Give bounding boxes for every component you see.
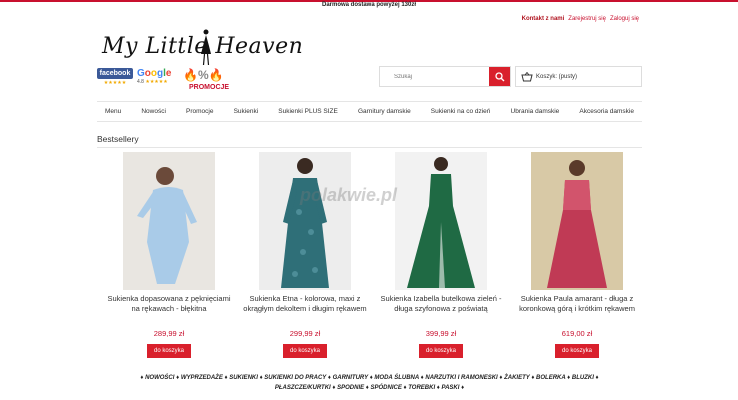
section-divider	[97, 147, 642, 148]
fire-percent-icon: 🔥%🔥	[183, 68, 224, 82]
category-links-line-1[interactable]: ♦ NOWOŚCI ♦ WYPRZEDAŻE ♦ SUKIENKI ♦ SUKI…	[97, 373, 642, 383]
add-to-cart-button[interactable]: do koszyka	[282, 344, 327, 358]
cart-box[interactable]: Koszyk: (pusty)	[515, 66, 642, 87]
product-image[interactable]	[395, 152, 487, 290]
google-badge[interactable]: Google 4.8 ★★★★★	[137, 68, 179, 89]
add-to-cart-button[interactable]: do koszyka	[418, 344, 463, 358]
promo-label: PROMOCJE	[189, 84, 230, 91]
nav-item-promocje[interactable]: Promocje	[186, 108, 213, 115]
product-card: Sukienka Etna - kolorowa, maxi z okrągły…	[237, 152, 373, 358]
cart-label: Koszyk: (pusty)	[536, 73, 578, 80]
product-name[interactable]: Sukienka Izabella butelkowa zieleń - dłu…	[373, 294, 509, 324]
nav-item-ubrania[interactable]: Ubrania damskie	[511, 108, 560, 115]
search-icon	[494, 71, 504, 81]
facebook-logo: facebook	[97, 68, 133, 79]
product-name[interactable]: Sukienka dopasowana z pęknięciami na ręk…	[101, 294, 237, 324]
google-logo: Google	[137, 68, 172, 79]
nav-item-garnitury[interactable]: Garnitury damskie	[358, 108, 411, 115]
product-name[interactable]: Sukienka Paula amarant - długa z koronko…	[509, 294, 645, 324]
product-image[interactable]	[259, 152, 351, 290]
bestsellers-grid: Sukienka dopasowana z pęknięciami na ręk…	[97, 152, 642, 362]
main-nav: Menu Nowości Promocje Sukienki Sukienki …	[97, 101, 642, 122]
product-card: Sukienka Paula amarant - długa z koronko…	[509, 152, 645, 358]
login-link[interactable]: Zaloguj się	[610, 16, 639, 22]
top-links: Kontakt z nami Zarejestruj się Zaloguj s…	[522, 16, 639, 22]
category-links-line-2[interactable]: PŁASZCZE/KURTKI ♦ SPODNIE ♦ SPÓDNICE ♦ T…	[97, 383, 642, 393]
facebook-badge[interactable]: facebook ★★★★★	[97, 68, 133, 89]
product-price: 619,00 zł	[561, 329, 593, 338]
nav-item-akcesoria[interactable]: Akcesoria damskie	[579, 108, 634, 115]
section-title: Bestsellery	[97, 134, 139, 144]
nav-item-menu[interactable]: Menu	[105, 108, 121, 115]
nav-item-sukienki-plus-size[interactable]: Sukienki PLUS SIZE	[278, 108, 338, 115]
nav-item-sukienki-codzien[interactable]: Sukienki na co dzień	[431, 108, 491, 115]
google-rating-value: 4.8	[137, 79, 144, 85]
product-card: Sukienka Izabella butelkowa zieleń - dłu…	[373, 152, 509, 358]
free-shipping-banner: Darmowa dostawa powyżej 130zł	[0, 0, 738, 9]
product-image[interactable]	[531, 152, 623, 290]
add-to-cart-button[interactable]: do koszyka	[554, 344, 599, 358]
product-price: 299,99 zł	[289, 329, 321, 338]
product-price: 289,99 zł	[153, 329, 185, 338]
watermark: polakwie.pl	[300, 185, 398, 205]
basket-icon	[521, 71, 533, 81]
google-rating: 4.8 ★★★★★	[137, 79, 179, 85]
google-stars-icon: ★★★★★	[145, 79, 168, 85]
badges-row: facebook ★★★★★ Google 4.8 ★★★★★ 🔥%🔥 PROM…	[97, 68, 239, 94]
facebook-stars-icon: ★★★★★	[103, 80, 127, 86]
search-button[interactable]	[489, 67, 510, 86]
add-to-cart-button[interactable]: do koszyka	[146, 344, 191, 358]
search-bar	[379, 66, 511, 87]
product-name[interactable]: Sukienka Etna - kolorowa, maxi z okrągły…	[237, 294, 373, 324]
product-price: 399,99 zł	[425, 329, 457, 338]
contact-link[interactable]: Kontakt z nami	[522, 16, 565, 22]
nav-item-nowosci[interactable]: Nowości	[141, 108, 166, 115]
category-links: ♦ NOWOŚCI ♦ WYPRZEDAŻE ♦ SUKIENKI ♦ SUKI…	[97, 373, 642, 393]
woman-figure-icon	[201, 29, 211, 66]
register-link[interactable]: Zarejestruj się	[568, 16, 606, 22]
promo-badge[interactable]: 🔥%🔥 PROMOCJE	[183, 68, 239, 94]
product-card: Sukienka dopasowana z pęknięciami na ręk…	[101, 152, 237, 358]
site-logo[interactable]: My Little Heaven	[100, 28, 303, 66]
free-shipping-text: Darmowa dostawa powyżej 130zł	[321, 2, 417, 8]
search-input[interactable]	[380, 67, 489, 86]
product-image[interactable]	[123, 152, 215, 290]
nav-item-sukienki[interactable]: Sukienki	[234, 108, 259, 115]
